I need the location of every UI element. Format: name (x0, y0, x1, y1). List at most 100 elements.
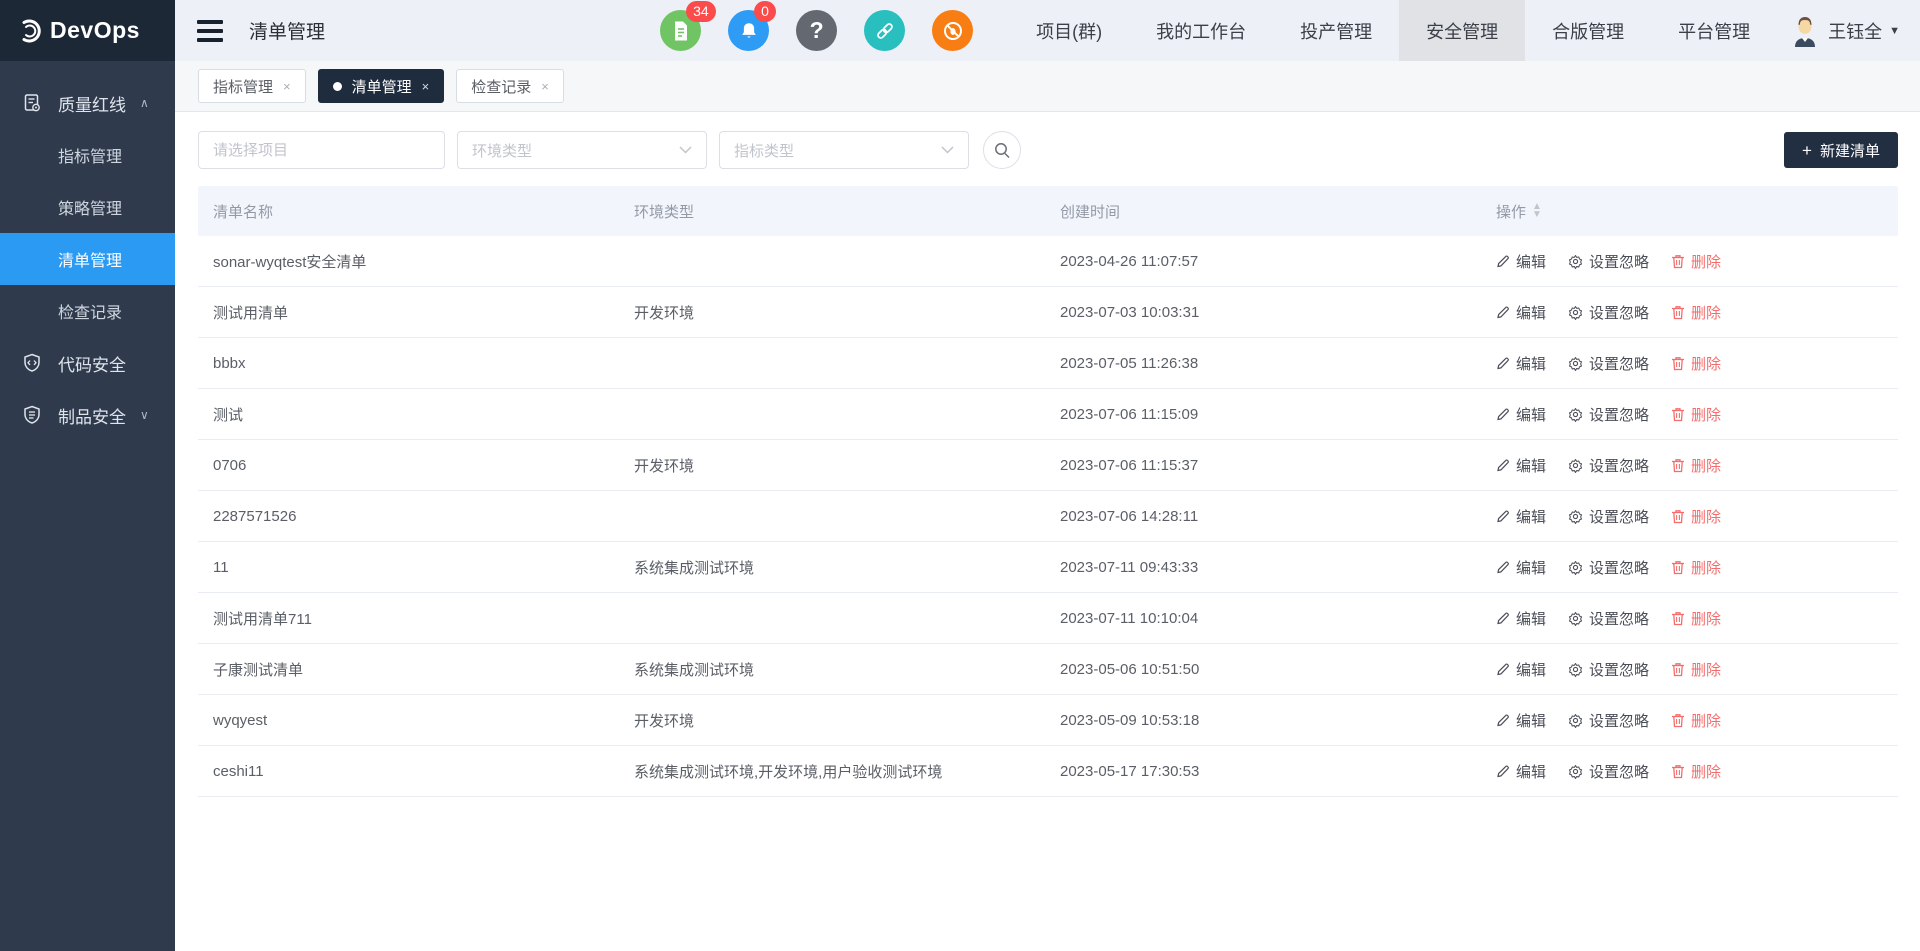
sidebar-item-list-mgmt[interactable]: 清单管理 (0, 233, 175, 285)
sidebar-item-metric-mgmt[interactable]: 指标管理 (0, 129, 175, 181)
trash-icon (1671, 713, 1685, 728)
ignore-label: 设置忽略 (1589, 404, 1649, 425)
row-name: 0706 (198, 457, 634, 474)
edit-button[interactable]: 编辑 (1496, 608, 1546, 629)
row-name: 11 (198, 559, 634, 576)
edit-button[interactable]: 编辑 (1496, 557, 1546, 578)
gear-icon (1568, 611, 1583, 626)
devops-logo-icon (16, 18, 42, 44)
env-type-select[interactable]: 环境类型 (457, 131, 707, 169)
project-select-input[interactable] (198, 131, 445, 169)
trash-icon (1671, 458, 1685, 473)
question-icon: ? (810, 17, 824, 44)
row-env: 开发环境 (634, 455, 1060, 476)
gear-icon (1568, 254, 1583, 269)
filter-row: 环境类型 指标类型 + 新建清单 (198, 131, 1898, 169)
sort-carets-icon[interactable]: ▲▼ (1532, 203, 1542, 219)
close-icon[interactable]: × (422, 79, 430, 94)
delete-button[interactable]: 删除 (1671, 353, 1721, 374)
link-button[interactable] (864, 10, 905, 51)
tab-metric-mgmt[interactable]: 指标管理 × (198, 69, 306, 103)
docs-badge: 34 (686, 1, 716, 22)
app-window: DevOps 质量红线 ∧ 指标管理 策略管理 清单管理 检 (0, 0, 1920, 951)
edit-button[interactable]: 编辑 (1496, 506, 1546, 527)
set-ignore-button[interactable]: 设置忽略 (1568, 455, 1649, 476)
sidebar-item-check-records[interactable]: 检查记录 (0, 285, 175, 337)
delete-label: 删除 (1691, 353, 1721, 374)
delete-button[interactable]: 删除 (1671, 608, 1721, 629)
edit-button[interactable]: 编辑 (1496, 659, 1546, 680)
set-ignore-button[interactable]: 设置忽略 (1568, 557, 1649, 578)
set-ignore-button[interactable]: 设置忽略 (1568, 608, 1649, 629)
sidebar-group-quality[interactable]: 质量红线 ∧ (0, 77, 175, 129)
delete-button[interactable]: 删除 (1671, 710, 1721, 731)
edit-button[interactable]: 编辑 (1496, 761, 1546, 782)
delete-label: 删除 (1691, 404, 1721, 425)
ignore-label: 设置忽略 (1589, 251, 1649, 272)
sidebar-item-policy-mgmt[interactable]: 策略管理 (0, 181, 175, 233)
nav-item-workbench[interactable]: 我的工作台 (1129, 0, 1273, 61)
delete-button[interactable]: 删除 (1671, 302, 1721, 323)
row-actions: 编辑 设置忽略 删除 (1496, 659, 1898, 680)
set-ignore-button[interactable]: 设置忽略 (1568, 251, 1649, 272)
tab-check-records[interactable]: 检查记录 × (456, 69, 564, 103)
row-actions: 编辑 设置忽略 删除 (1496, 557, 1898, 578)
create-list-button[interactable]: + 新建清单 (1784, 132, 1898, 168)
set-ignore-button[interactable]: 设置忽略 (1568, 659, 1649, 680)
nav-item-production[interactable]: 投产管理 (1273, 0, 1399, 61)
set-ignore-button[interactable]: 设置忽略 (1568, 353, 1649, 374)
edit-button[interactable]: 编辑 (1496, 302, 1546, 323)
edit-button[interactable]: 编辑 (1496, 710, 1546, 731)
close-icon[interactable]: × (541, 79, 549, 94)
delete-button[interactable]: 删除 (1671, 455, 1721, 476)
set-ignore-button[interactable]: 设置忽略 (1568, 710, 1649, 731)
header-icon-group: 34 0 ? (660, 10, 973, 51)
block-button[interactable] (932, 10, 973, 51)
row-created: 2023-07-06 11:15:37 (1060, 457, 1496, 474)
set-ignore-button[interactable]: 设置忽略 (1568, 302, 1649, 323)
edit-button[interactable]: 编辑 (1496, 353, 1546, 374)
pencil-icon (1496, 356, 1510, 370)
close-icon[interactable]: × (283, 79, 291, 94)
edit-button[interactable]: 编辑 (1496, 455, 1546, 476)
row-created: 2023-05-06 10:51:50 (1060, 661, 1496, 678)
metric-type-select[interactable]: 指标类型 (719, 131, 969, 169)
tab-list-mgmt[interactable]: 清单管理 × (318, 69, 445, 103)
nav-item-platform[interactable]: 平台管理 (1651, 0, 1777, 61)
edit-button[interactable]: 编辑 (1496, 404, 1546, 425)
ignore-label: 设置忽略 (1589, 506, 1649, 527)
sidebar-group-artifact-security[interactable]: 制品安全 ∨ (0, 389, 175, 441)
search-button[interactable] (983, 131, 1021, 169)
table-row: ceshi11 系统集成测试环境,开发环境,用户验收测试环境 2023-05-1… (198, 746, 1898, 797)
hamburger-menu-icon[interactable] (197, 20, 223, 42)
row-created: 2023-07-05 11:26:38 (1060, 355, 1496, 372)
delete-button[interactable]: 删除 (1671, 251, 1721, 272)
delete-button[interactable]: 删除 (1671, 761, 1721, 782)
nav-item-version[interactable]: 合版管理 (1525, 0, 1651, 61)
edit-button[interactable]: 编辑 (1496, 251, 1546, 272)
delete-button[interactable]: 删除 (1671, 557, 1721, 578)
set-ignore-button[interactable]: 设置忽略 (1568, 761, 1649, 782)
plus-icon: + (1802, 142, 1812, 159)
table-row: wyqyest 开发环境 2023-05-09 10:53:18 编辑 设置忽略 (198, 695, 1898, 746)
row-created: 2023-05-17 17:30:53 (1060, 763, 1496, 780)
nav-item-projects[interactable]: 项目(群) (1009, 0, 1129, 61)
table-header: 清单名称 环境类型 创建时间 操作 ▲▼ (198, 186, 1898, 236)
set-ignore-button[interactable]: 设置忽略 (1568, 404, 1649, 425)
delete-label: 删除 (1691, 557, 1721, 578)
shield-list-icon (21, 404, 43, 426)
set-ignore-button[interactable]: 设置忽略 (1568, 506, 1649, 527)
user-menu[interactable]: 王钰全 ▼ (1777, 14, 1920, 48)
sidebar-group-code-security[interactable]: 代码安全 (0, 337, 175, 389)
row-actions: 编辑 设置忽略 删除 (1496, 302, 1898, 323)
docs-button[interactable]: 34 (660, 10, 701, 51)
notifications-button[interactable]: 0 (728, 10, 769, 51)
chevron-down-icon: ∨ (140, 408, 149, 422)
delete-button[interactable]: 删除 (1671, 659, 1721, 680)
tab-bar: 指标管理 × 清单管理 × 检查记录 × (175, 61, 1920, 112)
help-button[interactable]: ? (796, 10, 837, 51)
nav-item-security[interactable]: 安全管理 (1399, 0, 1525, 61)
edit-label: 编辑 (1516, 506, 1546, 527)
delete-button[interactable]: 删除 (1671, 404, 1721, 425)
delete-button[interactable]: 删除 (1671, 506, 1721, 527)
